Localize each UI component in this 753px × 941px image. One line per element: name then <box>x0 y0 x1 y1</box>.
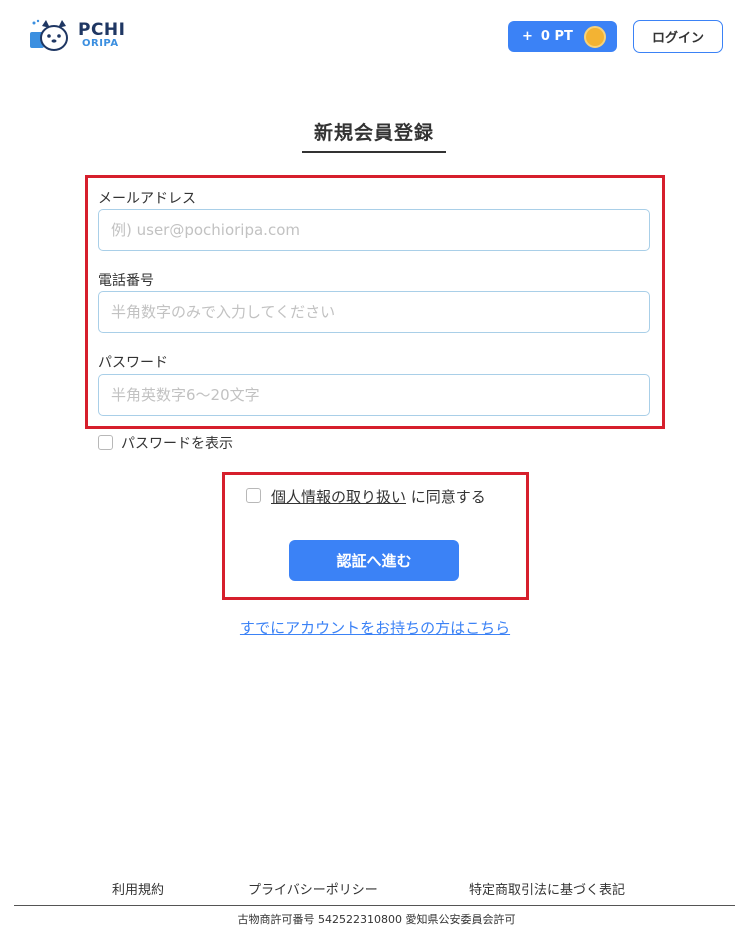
phone-label: 電話番号 <box>98 273 154 289</box>
show-password-label: パスワードを表示 <box>121 436 233 452</box>
login-button[interactable]: ログイン <box>633 20 723 53</box>
footer-link-privacy[interactable]: プライバシーポリシー <box>248 879 378 898</box>
footer-links: 利用規約 プライバシーポリシー 特定商取引法に基づく表記 <box>0 879 753 899</box>
email-field[interactable] <box>98 209 650 251</box>
proceed-to-verification-button[interactable]: 認証へ進む <box>289 540 459 581</box>
logo-subtext: ORIPA <box>82 38 119 49</box>
points-button[interactable]: + 0 PT <box>508 21 617 52</box>
footer-link-commerce[interactable]: 特定商取引法に基づく表記 <box>469 879 625 898</box>
logo-text: PCHI <box>78 20 126 40</box>
dog-mascot-icon <box>30 19 68 51</box>
page: PCHI ORIPA + 0 PT ログイン 新規会員登録 メールアドレス 電話… <box>0 0 753 941</box>
logo[interactable]: PCHI ORIPA <box>28 18 138 52</box>
footer-link-terms[interactable]: 利用規約 <box>112 879 164 898</box>
title-underline <box>302 151 446 153</box>
footer-divider <box>14 905 735 906</box>
consent-label: 個人情報の取り扱い に同意する <box>271 486 486 507</box>
page-title-block: 新規会員登録 <box>302 118 446 153</box>
show-password-checkbox[interactable] <box>98 435 113 450</box>
points-label: 0 PT <box>540 29 573 44</box>
password-field[interactable] <box>98 374 650 416</box>
consent-checkbox[interactable] <box>246 488 261 503</box>
password-label: パスワード <box>98 355 168 371</box>
phone-field[interactable] <box>98 291 650 333</box>
existing-account-link[interactable]: すでにアカウントをお持ちの方はこちら <box>230 617 520 638</box>
coin-icon <box>584 26 606 48</box>
email-label: メールアドレス <box>98 191 196 207</box>
header: PCHI ORIPA + 0 PT ログイン <box>0 0 753 70</box>
privacy-policy-link[interactable]: 個人情報の取り扱い <box>271 488 406 506</box>
consent-suffix: に同意する <box>410 488 486 506</box>
footer-license: 古物商許可番号 542522310800 愛知県公安委員会許可 <box>237 913 516 926</box>
page-title: 新規会員登録 <box>313 122 434 144</box>
plus-icon: + <box>522 29 533 44</box>
